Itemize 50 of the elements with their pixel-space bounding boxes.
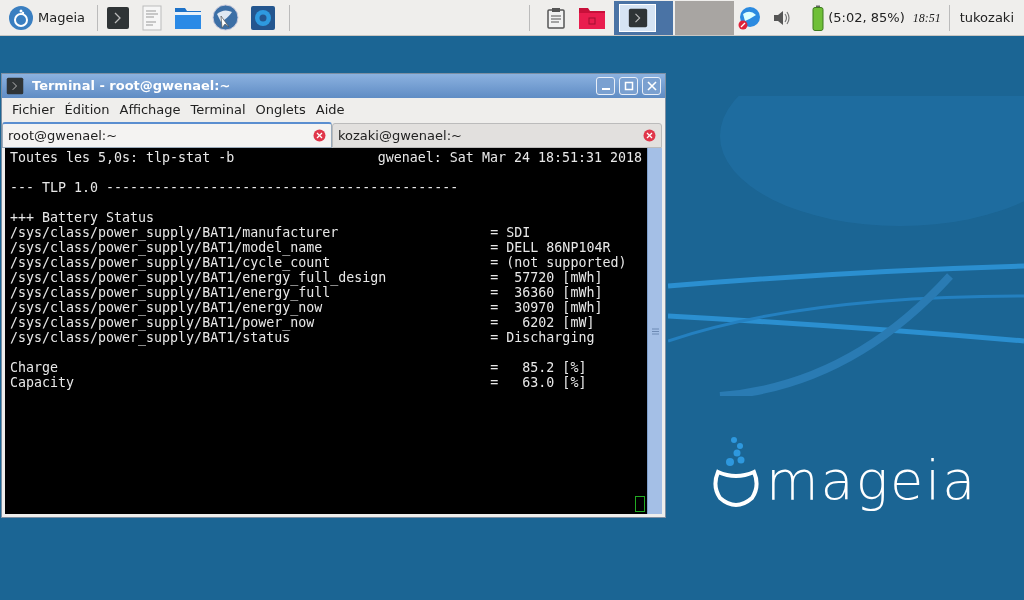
terminal-launcher-icon[interactable] — [106, 5, 130, 30]
menu-item[interactable]: Édition — [64, 100, 110, 120]
globe-icon[interactable] — [212, 4, 239, 31]
mageia-logo-icon — [8, 4, 34, 31]
battery-icon[interactable] — [812, 4, 825, 31]
terminal-icon[interactable] — [6, 77, 24, 95]
terminal-line: Capacity = 63.0 [%] — [10, 375, 587, 390]
clipboard-icon[interactable] — [546, 6, 567, 29]
close-tab-icon[interactable] — [313, 129, 326, 142]
close-tab-icon[interactable] — [643, 129, 656, 142]
minimize-icon — [601, 88, 610, 90]
terminal-icon[interactable] — [627, 7, 648, 28]
battery-status-text: (5:02, 85%) — [828, 8, 905, 27]
application-menu-button[interactable]: Mageia — [4, 2, 89, 33]
terminal-line: Charge = 85.2 [%] — [10, 360, 587, 375]
terminal-tab[interactable]: kozaki@gwenael:~ — [332, 123, 662, 148]
terminal-line: /sys/class/power_supply/BAT1/cycle_count = (not supported) — [10, 255, 627, 270]
terminal-line: /sys/class/power_supply/BAT1/status = Discharging — [10, 330, 595, 345]
terminal-line: /sys/class/power_supply/BAT1/energy_now = 30970 [mWh] — [10, 300, 603, 315]
menu-item[interactable]: Affichage — [119, 100, 181, 120]
terminal-line: --- TLP 1.0 -------------------------------------------- — [10, 180, 459, 195]
menu-item[interactable]: Onglets — [255, 100, 306, 120]
speaker-icon[interactable] — [772, 8, 793, 27]
scroll-grip-icon — [651, 327, 659, 335]
terminal-tab[interactable]: root@gwenael:~ — [2, 122, 332, 148]
terminal-line: /sys/class/power_supply/BAT1/manufacturer = SDI — [10, 225, 531, 240]
close-icon — [646, 81, 657, 91]
terminal-line: +++ Battery Status — [10, 210, 155, 225]
window-title: Terminal - root@gwenael:~ — [32, 77, 231, 96]
maximize-icon — [623, 81, 634, 91]
terminal-line: /sys/class/power_supply/BAT1/model_name = DELL 86NP104R — [10, 240, 611, 255]
menu-item[interactable]: Fichier — [12, 100, 55, 120]
terminal-line: /sys/class/power_supply/BAT1/power_now = 6202 [mW] — [10, 315, 595, 330]
terminal-line: /sys/class/power_supply/BAT1/energy_full = 36360 [mWh] — [10, 285, 603, 300]
terminal-line: gwenael: Sat Mar 24 18:51:31 2018 — [377, 150, 642, 165]
flask-logo-icon — [712, 436, 760, 508]
network-disconnected-icon[interactable] — [738, 5, 761, 30]
terminal-line: Toutes les 5,0s: tlp-stat -b — [10, 150, 235, 165]
menu-item[interactable]: Terminal — [190, 100, 246, 120]
terminal-screen[interactable] — [5, 148, 647, 514]
user-name-text[interactable]: tukozaki — [959, 7, 1014, 28]
scrollbar[interactable] — [647, 148, 662, 514]
terminal-line: /sys/class/power_supply/BAT1/energy_full_design = 57720 [mWh] — [10, 270, 603, 285]
maximize-button[interactable] — [619, 77, 638, 95]
terminal-cursor — [635, 496, 645, 512]
minimize-button[interactable] — [596, 77, 615, 95]
close-button[interactable] — [642, 77, 661, 95]
clock-text[interactable]: 18:51 — [912, 8, 941, 27]
menu-item[interactable]: Aide — [315, 100, 345, 120]
taskbar-window-button[interactable] — [614, 0, 674, 35]
